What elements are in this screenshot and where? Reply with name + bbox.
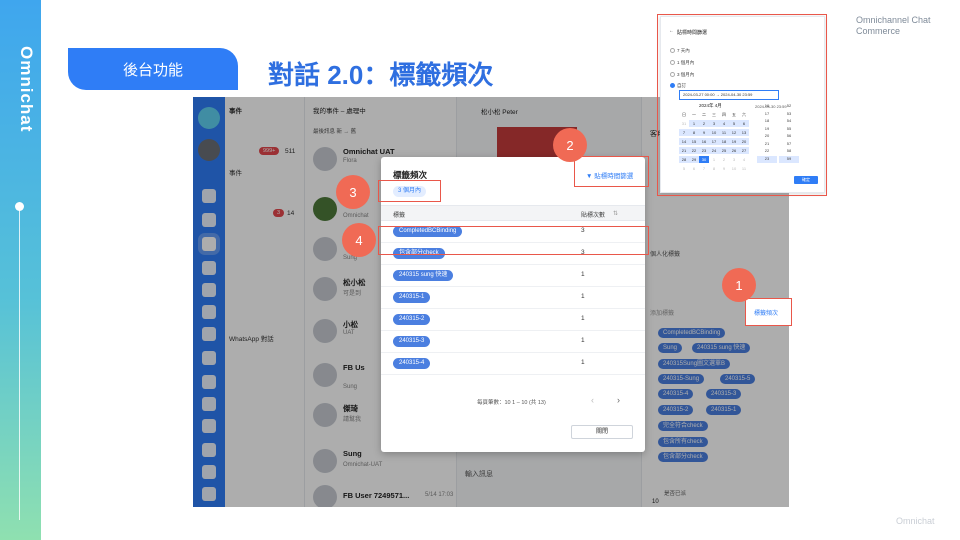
count-cell: 1 xyxy=(581,293,585,300)
next-page-icon[interactable]: › xyxy=(617,395,620,405)
column-header-tag: 標籤 xyxy=(393,213,406,219)
tag-cell: 240315-2 xyxy=(393,314,431,325)
column-header-count[interactable]: 貼標次數 xyxy=(581,210,605,219)
highlight-frame-tag-frequency xyxy=(745,298,792,326)
callout-1: 1 xyxy=(722,268,756,302)
count-cell: 1 xyxy=(581,271,585,278)
brand-logo: Omnichat xyxy=(17,46,36,133)
callout-4: 4 xyxy=(342,223,376,257)
tag-cell: 240315-1 xyxy=(393,292,431,303)
tag-cell: 240315-4 xyxy=(393,358,431,369)
table-row: 240315 sung 快速 1 xyxy=(381,265,645,287)
callout-2: 2 xyxy=(553,128,587,162)
tag-cell: 240315-3 xyxy=(393,336,431,347)
count-cell: 1 xyxy=(581,337,585,344)
slide: Omnichat 後台功能 對話 2.0：標籤頻次 Omnichannel Ch… xyxy=(0,0,960,540)
sort-icon[interactable]: ⇅ xyxy=(613,210,618,217)
brand-sidebar: Omnichat xyxy=(0,0,41,540)
highlight-frame-time-filter xyxy=(657,14,827,196)
table-header: 標籤 貼標次數 ⇅ xyxy=(381,205,645,221)
table-row: 240315-2 1 xyxy=(381,309,645,331)
prev-page-icon[interactable]: ‹ xyxy=(591,395,594,405)
highlight-frame-filter-link xyxy=(574,156,649,187)
tag-cell: 240315 sung 快速 xyxy=(393,270,454,281)
page-title: 對話 2.0：標籤頻次 xyxy=(268,60,494,90)
corner-tagline: Omnichannel Chat Commerce xyxy=(856,15,931,36)
footer-watermark: Omnichat xyxy=(896,516,935,526)
timeline-line xyxy=(19,210,20,520)
pagination-info: 每頁筆數：10 1 – 10 (共 13) xyxy=(477,400,546,406)
highlight-frame-first-row xyxy=(378,226,649,255)
count-cell: 1 xyxy=(581,315,585,322)
table-row: 240315-4 1 xyxy=(381,353,645,375)
highlight-frame-active-filter xyxy=(378,180,441,202)
section-label: 後台功能 xyxy=(68,48,238,90)
close-button[interactable]: 關閉 xyxy=(571,425,633,439)
timeline-dot xyxy=(15,202,24,211)
table-row: 240315-1 1 xyxy=(381,287,645,309)
count-cell: 1 xyxy=(581,359,585,366)
table-row: 240315-3 1 xyxy=(381,331,645,353)
callout-3: 3 xyxy=(336,175,370,209)
